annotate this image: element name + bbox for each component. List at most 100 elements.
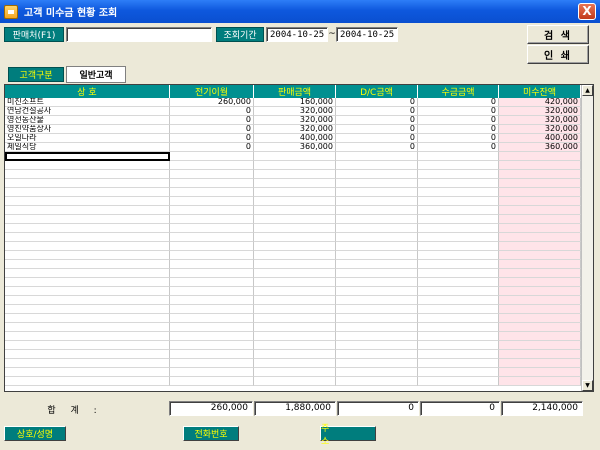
cell-dc[interactable]: 0 [336, 116, 418, 125]
cell-collected[interactable] [418, 260, 499, 269]
cell-company[interactable] [5, 368, 170, 377]
table-row[interactable] [5, 251, 581, 260]
cell-company[interactable]: 오일나라 [5, 134, 170, 143]
date-from-input[interactable]: 2004-10-25 [266, 27, 328, 42]
cell-balance[interactable] [499, 251, 581, 260]
cell-company[interactable] [5, 179, 170, 188]
cell-dc[interactable] [336, 170, 418, 179]
cell-company[interactable] [5, 323, 170, 332]
table-row[interactable] [5, 197, 581, 206]
col-header-prev-balance[interactable]: 전기이월 [170, 85, 254, 98]
cell-prev-balance[interactable] [170, 188, 254, 197]
cell-prev-balance[interactable] [170, 233, 254, 242]
cell-balance[interactable] [499, 296, 581, 305]
cell-balance[interactable]: 320,000 [499, 107, 581, 116]
cell-collected[interactable] [418, 314, 499, 323]
cell-company[interactable] [5, 161, 170, 170]
cell-balance[interactable] [499, 152, 581, 161]
cell-sales[interactable] [254, 296, 336, 305]
cell-dc[interactable] [336, 296, 418, 305]
cell-sales[interactable] [254, 350, 336, 359]
cell-sales[interactable] [254, 215, 336, 224]
cell-company[interactable] [5, 260, 170, 269]
scroll-up-icon[interactable]: ▲ [582, 85, 593, 96]
cell-balance[interactable] [499, 242, 581, 251]
table-row[interactable] [5, 368, 581, 377]
cell-balance[interactable] [499, 350, 581, 359]
table-row[interactable] [5, 305, 581, 314]
tab-general-customer[interactable]: 일반고객 [66, 66, 126, 83]
cell-prev-balance[interactable] [170, 350, 254, 359]
cell-sales[interactable]: 160,000 [254, 98, 336, 107]
cell-prev-balance[interactable] [170, 368, 254, 377]
cell-prev-balance[interactable]: 0 [170, 134, 254, 143]
cell-prev-balance[interactable]: 0 [170, 143, 254, 152]
date-to-input[interactable]: 2004-10-25 [336, 27, 398, 42]
cell-sales[interactable] [254, 278, 336, 287]
cell-sales[interactable] [254, 314, 336, 323]
table-row[interactable] [5, 296, 581, 305]
cell-dc[interactable]: 0 [336, 125, 418, 134]
cell-prev-balance[interactable] [170, 224, 254, 233]
col-header-company[interactable]: 상 호 [5, 85, 170, 98]
cell-balance[interactable]: 400,000 [499, 134, 581, 143]
table-row[interactable] [5, 287, 581, 296]
cell-prev-balance[interactable] [170, 251, 254, 260]
cell-collected[interactable] [418, 197, 499, 206]
cell-collected[interactable] [418, 251, 499, 260]
col-header-collected[interactable]: 수금금액 [418, 85, 499, 98]
cell-prev-balance[interactable] [170, 359, 254, 368]
cell-balance[interactable] [499, 359, 581, 368]
print-button[interactable]: 인 쇄 [527, 45, 589, 64]
table-row[interactable] [5, 278, 581, 287]
cell-collected[interactable]: 0 [418, 125, 499, 134]
cell-company[interactable] [5, 242, 170, 251]
cell-collected[interactable] [418, 215, 499, 224]
cell-dc[interactable] [336, 278, 418, 287]
cell-sales[interactable] [254, 341, 336, 350]
cell-sales[interactable] [254, 233, 336, 242]
cell-collected[interactable] [418, 233, 499, 242]
cell-prev-balance[interactable] [170, 161, 254, 170]
cell-collected[interactable] [418, 179, 499, 188]
cell-sales[interactable] [254, 368, 336, 377]
cell-prev-balance[interactable]: 0 [170, 116, 254, 125]
table-row[interactable]: 미진소프트 260,000 160,000 0 0 420,000 [5, 98, 581, 107]
cell-balance[interactable] [499, 314, 581, 323]
table-row[interactable] [5, 341, 581, 350]
cell-collected[interactable] [418, 170, 499, 179]
cell-company[interactable] [5, 278, 170, 287]
cell-collected[interactable] [418, 368, 499, 377]
cell-collected[interactable] [418, 377, 499, 386]
cell-collected[interactable] [418, 242, 499, 251]
cell-collected[interactable] [418, 188, 499, 197]
cell-company[interactable] [5, 314, 170, 323]
cell-prev-balance[interactable] [170, 377, 254, 386]
cell-collected[interactable]: 0 [418, 134, 499, 143]
cell-prev-balance[interactable] [170, 242, 254, 251]
cell-dc[interactable]: 0 [336, 98, 418, 107]
cell-company[interactable]: 제일식당 [5, 143, 170, 152]
cell-balance[interactable] [499, 377, 581, 386]
cell-company[interactable] [5, 170, 170, 179]
cell-collected[interactable] [418, 206, 499, 215]
cell-dc[interactable] [336, 197, 418, 206]
cell-company[interactable] [5, 341, 170, 350]
cell-balance[interactable] [499, 260, 581, 269]
vertical-scrollbar[interactable]: ▲ ▼ [581, 85, 593, 391]
cell-prev-balance[interactable] [170, 215, 254, 224]
cell-sales[interactable]: 320,000 [254, 107, 336, 116]
cell-collected[interactable] [418, 287, 499, 296]
search-button[interactable]: 검 색 [527, 25, 589, 44]
cell-dc[interactable] [336, 152, 418, 161]
cell-balance[interactable] [499, 188, 581, 197]
table-row[interactable] [5, 233, 581, 242]
cell-collected[interactable] [418, 296, 499, 305]
cell-prev-balance[interactable]: 260,000 [170, 98, 254, 107]
cell-collected[interactable] [418, 323, 499, 332]
table-row[interactable]: 영선동산물 0 320,000 0 0 320,000 [5, 116, 581, 125]
cell-balance[interactable] [499, 278, 581, 287]
cell-collected[interactable] [418, 224, 499, 233]
table-row[interactable] [5, 188, 581, 197]
cell-sales[interactable] [254, 206, 336, 215]
